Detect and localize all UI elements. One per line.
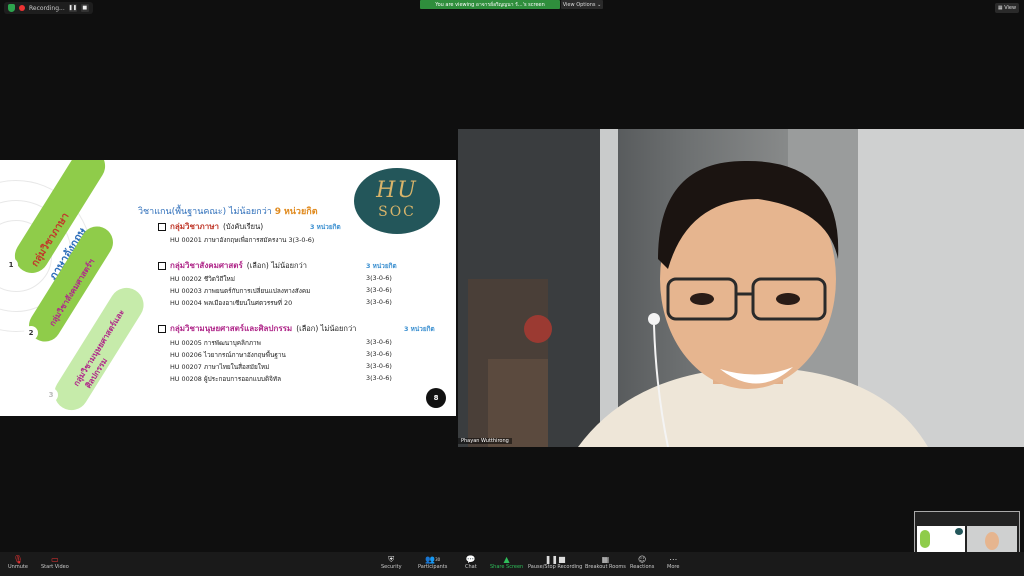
pause-stop-icon: ❚❚■ xyxy=(544,555,566,564)
course-credit: 3(3-0-6) xyxy=(366,350,392,358)
reactions-button[interactable]: ☺ Reactions xyxy=(630,555,654,570)
more-label: More xyxy=(667,564,680,570)
checkbox-icon xyxy=(158,222,166,231)
share-screen-label: Share Screen xyxy=(490,564,524,570)
section3-note: (เลือก) ไม่น้อยกว่า xyxy=(296,323,357,333)
course-credit: 3(3-0-6) xyxy=(366,274,392,282)
participant-name-label: Phayan Wutthirong xyxy=(458,438,512,444)
course-credit: 3(3-0-6) xyxy=(366,298,392,306)
viewing-banner-text: You are viewing อาจารย์อริญญนา รั...'s s… xyxy=(435,1,545,8)
participants-button[interactable]: 👥 30 Participants xyxy=(418,555,447,570)
slide-title: วิชาแกน(พื้นฐานคณะ) ไม่น้อยกว่า 9 หน่วยก… xyxy=(138,204,318,218)
section3-credit: 3 หน่วยกิต xyxy=(404,325,435,333)
section2-note: (เลือก) ไม่น้อยกว่า xyxy=(246,260,307,270)
section-humanities: กลุ่มวิชามนุษยศาสตร์และศิลปกรรม (เลือก) … xyxy=(158,322,356,335)
recording-indicator[interactable]: Recording... ❚❚ ■ xyxy=(4,2,93,14)
view-button-label: View xyxy=(1004,5,1017,11)
section1-note: (บังคับเรียน) xyxy=(222,221,264,231)
reactions-label: Reactions xyxy=(630,564,655,570)
viewing-banner: You are viewing อาจารย์อริญญนา รั...'s s… xyxy=(420,0,560,9)
record-dot-icon xyxy=(19,5,25,11)
thumb-logo xyxy=(955,528,963,535)
section2-title: กลุ่มวิชาสังคมศาสตร์ xyxy=(170,261,243,270)
number-badge-3: 3 xyxy=(44,388,58,402)
section3-title: กลุ่มวิชามนุษยศาสตร์และศิลปกรรม xyxy=(170,324,293,333)
course-row: HU 00206 ไวยากรณ์ภาษาอังกฤษพื้นฐาน xyxy=(170,351,286,359)
course-row: HU 00204 พลเมืองอาเซียนในศตวรรษที่ 20 xyxy=(170,299,293,307)
reactions-icon: ☺ xyxy=(637,555,647,564)
security-label: Security xyxy=(381,564,402,570)
section1-credit: 3 หน่วยกิต xyxy=(310,223,341,231)
unmute-button[interactable]: 🎙 Unmute xyxy=(8,555,28,570)
thumb-pill xyxy=(920,530,930,548)
section2-credit: 3 หน่วยกิต xyxy=(366,262,397,270)
chat-label: Chat xyxy=(465,564,477,570)
page-number-badge: 8 xyxy=(426,388,446,408)
course-row: HU 00207 ภาษาไทยในสื่อสมัยใหม่ xyxy=(170,363,270,371)
course-credit: 3(3-0-6) xyxy=(366,362,392,370)
start-video-label: Start Video xyxy=(41,564,69,570)
video-off-icon: ▭ xyxy=(51,555,59,564)
shared-slide: 1 กลุ่มวิชาภาษา ภาษาอังกฤษ 2 กลุ่มวิชาสั… xyxy=(0,160,456,416)
more-button[interactable]: ⋯ More xyxy=(667,555,679,570)
number-badge-2: 2 xyxy=(24,326,38,340)
section-language: กลุ่มวิชาภาษา (บังคับเรียน) xyxy=(158,220,263,233)
number-badge-1: 1 xyxy=(4,258,18,272)
share-screen-button[interactable]: ▲ Share Screen xyxy=(490,555,523,570)
unmute-label: Unmute xyxy=(8,564,28,570)
husoc-logo: HU SOC xyxy=(354,168,440,234)
breakout-rooms-icon: ▦ xyxy=(601,555,610,564)
pause-recording-button[interactable]: ❚❚■ Pause/Stop Recording xyxy=(528,555,582,570)
breakout-rooms-button[interactable]: ▦ Breakout Rooms xyxy=(585,555,626,570)
logo-line2: SOC xyxy=(378,204,416,220)
checkbox-icon xyxy=(158,324,166,333)
more-dots-icon: ⋯ xyxy=(669,555,678,564)
checkbox-icon xyxy=(158,261,166,270)
shield-icon: ⛨ xyxy=(388,554,395,564)
security-shield-icon xyxy=(8,4,15,12)
chat-icon: 💬 xyxy=(465,555,476,564)
thumb-slide xyxy=(917,526,965,554)
view-button[interactable]: ▦ View xyxy=(995,3,1019,13)
recording-label: Recording... xyxy=(29,4,65,12)
view-options-label: View Options xyxy=(562,1,596,8)
thumb-face xyxy=(985,532,999,550)
microphone-muted-icon: 🎙 xyxy=(12,555,24,564)
logo-line1: HU xyxy=(376,178,418,203)
course-credit: 3(3-0-6) xyxy=(366,374,392,382)
course-row: HU 00205 การพัฒนาบุคลิกภาพ xyxy=(170,339,261,347)
chevron-down-icon: ⌄ xyxy=(595,1,602,8)
section1-title: กลุ่มวิชาภาษา xyxy=(170,222,219,231)
participants-label: Participants xyxy=(418,564,448,570)
course-row: HU 00208 ผู้ประกอบการออกแบบดิจิทัล xyxy=(170,375,281,383)
view-options-button[interactable]: View Options ⌄ xyxy=(561,0,603,9)
title-unit: หน่วยกิต xyxy=(283,207,318,217)
title-number: 9 xyxy=(274,207,281,217)
share-screen-icon: ▲ xyxy=(503,555,510,564)
course-credit: 3(3-0-6) xyxy=(366,286,392,294)
start-video-button[interactable]: ▭ Start Video xyxy=(41,555,69,570)
pause-recording-label: Pause/Stop Recording xyxy=(528,564,583,570)
participants-count: 30 xyxy=(435,557,441,562)
participants-icon: 👥 30 xyxy=(425,555,441,564)
course-row: HU 00203 ภาพยนตร์กับการเปลี่ยนแปลงทางสัง… xyxy=(170,287,311,295)
pause-icon[interactable]: ❚❚ xyxy=(69,4,77,12)
course-row: HU 00202 ชีวิตวิถีใหม่ xyxy=(170,275,235,283)
chat-button[interactable]: 💬 Chat xyxy=(465,555,477,570)
section-social: กลุ่มวิชาสังคมศาสตร์ (เลือก) ไม่น้อยกว่า xyxy=(158,259,307,272)
title-text: วิชาแกน(พื้นฐานคณะ) ไม่น้อยกว่า xyxy=(138,207,272,217)
security-button[interactable]: ⛨ Security xyxy=(381,554,402,571)
video-frame xyxy=(458,129,1024,447)
participant-video[interactable] xyxy=(458,129,1024,447)
stop-icon[interactable]: ■ xyxy=(80,4,89,12)
breakout-rooms-label: Breakout Rooms xyxy=(585,564,626,570)
course-credit: 3(3-0-6) xyxy=(366,338,392,346)
course-row: HU 00201 ภาษาอังกฤษเพื่อการสมัครงาน 3(3-… xyxy=(170,236,315,244)
